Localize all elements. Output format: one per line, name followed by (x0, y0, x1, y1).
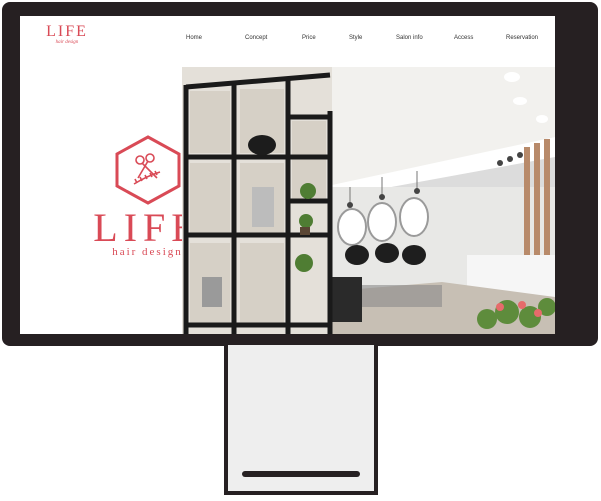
nav-item-home[interactable]: Home (186, 35, 202, 41)
nav-item-salon-info[interactable]: Salon info (396, 35, 423, 41)
screen: LIFE hair design Home Concept Price Styl… (20, 16, 555, 334)
site-logo-subtitle: hair design (55, 40, 79, 45)
nav-item-concept[interactable]: Concept (245, 35, 267, 41)
site-logo-word: LIFE (46, 23, 88, 40)
salon-interior-illustration (182, 67, 555, 334)
nav-item-access[interactable]: Access (454, 35, 473, 41)
scissors-and-comb-hexagon-icon (115, 135, 180, 205)
nav-item-style[interactable]: Style (349, 35, 362, 41)
nav-item-reservation[interactable]: Reservation (506, 35, 538, 41)
nav-item-price[interactable]: Price (302, 35, 316, 41)
monitor-bezel: LIFE hair design Home Concept Price Styl… (2, 2, 598, 346)
salon-interior-photo (182, 67, 555, 334)
monitor-stand (224, 345, 378, 495)
main-nav: Home Concept Price Style Salon info Acce… (170, 35, 555, 47)
stand-slot (242, 471, 360, 477)
site-logo[interactable]: LIFE hair design (42, 24, 92, 46)
